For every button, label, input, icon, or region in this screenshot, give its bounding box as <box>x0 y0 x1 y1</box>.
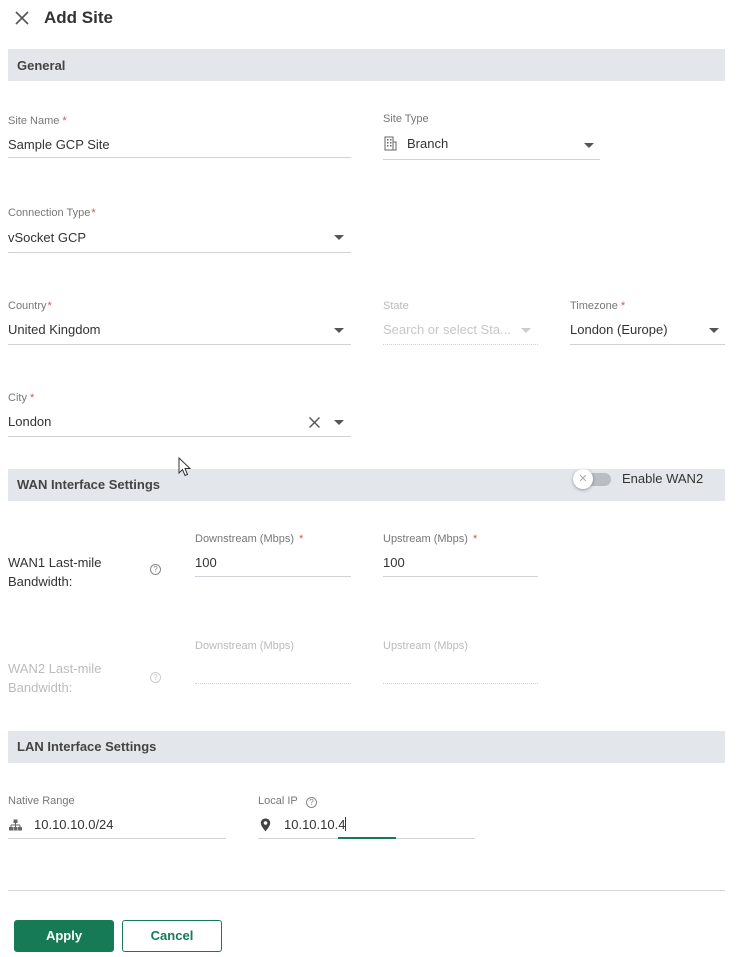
country-select[interactable]: United Kingdom <box>8 322 318 337</box>
country-label: Country* <box>8 300 52 312</box>
connection-type-select[interactable]: vSocket GCP <box>8 230 318 245</box>
connection-type-label: Connection Type* <box>8 207 96 219</box>
footer-divider <box>8 890 725 891</box>
clear-icon[interactable] <box>308 416 321 429</box>
wan1-downstream-underline <box>195 576 351 577</box>
wan1-upstream-label: Upstream (Mbps) * <box>383 533 478 545</box>
site-name-underline <box>8 157 351 158</box>
wan1-downstream-input[interactable]: 100 <box>195 555 351 570</box>
timezone-underline <box>570 344 725 345</box>
section-general-title: General <box>17 58 66 73</box>
site-type-select[interactable]: Branch <box>407 136 577 151</box>
connection-type-chevron-down-icon[interactable] <box>334 235 344 240</box>
toggle-off-icon: ✕ <box>573 469 593 489</box>
wan2-downstream-underline <box>195 683 351 684</box>
wan2-downstream-label: Downstream (Mbps) <box>195 640 295 652</box>
wan2-upstream-input <box>383 662 538 682</box>
timezone-select[interactable]: London (Europe) <box>570 322 700 337</box>
location-pin-icon <box>260 818 271 832</box>
country-chevron-down-icon[interactable] <box>334 328 344 333</box>
wan2-upstream-underline <box>383 683 538 684</box>
section-lan: LAN Interface Settings <box>8 731 725 763</box>
local-ip-help-icon[interactable]: ? <box>306 797 317 808</box>
site-type-label: Site Type <box>383 113 429 125</box>
native-range-underline <box>8 838 226 839</box>
city-chevron-down-icon[interactable] <box>334 420 344 425</box>
city-select[interactable]: London <box>8 414 298 429</box>
wan1-downstream-label: Downstream (Mbps) * <box>195 533 304 545</box>
apply-button[interactable]: Apply <box>14 920 114 952</box>
section-lan-title: LAN Interface Settings <box>17 739 157 754</box>
site-name-label: Site Name * <box>8 115 67 127</box>
network-icon <box>9 819 22 831</box>
city-underline <box>8 436 351 437</box>
building-icon <box>384 136 397 151</box>
local-ip-focus-indicator <box>338 837 396 839</box>
section-wan: WAN Interface Settings <box>8 469 725 501</box>
city-label: City * <box>8 392 35 404</box>
local-ip-input[interactable]: 10.10.10.4 <box>284 817 464 832</box>
state-label: State <box>383 300 409 312</box>
wan1-help-icon[interactable]: ? <box>150 564 161 575</box>
native-range-label: Native Range <box>8 795 75 807</box>
section-wan-title: WAN Interface Settings <box>17 477 161 492</box>
state-select[interactable]: Search or select Sta... <box>383 322 511 337</box>
wan1-bandwidth-label: WAN1 Last-mile Bandwidth: <box>8 555 102 589</box>
section-general: General <box>8 49 725 81</box>
enable-wan2-toggle[interactable]: ✕ <box>573 469 611 489</box>
mouse-cursor-icon <box>178 457 192 477</box>
state-underline <box>383 344 538 345</box>
close-icon[interactable] <box>12 8 32 28</box>
local-ip-label: Local IP <box>258 795 298 807</box>
connection-type-underline <box>8 252 351 253</box>
site-type-underline <box>383 159 600 160</box>
wan1-upstream-input[interactable]: 100 <box>383 555 538 570</box>
timezone-label: Timezone * <box>570 300 626 312</box>
site-type-chevron-down-icon[interactable] <box>584 143 594 148</box>
site-name-input[interactable]: Sample GCP Site <box>8 137 351 157</box>
timezone-chevron-down-icon[interactable] <box>709 328 719 333</box>
wan2-downstream-input <box>195 662 351 682</box>
wan1-upstream-underline <box>383 576 538 577</box>
enable-wan2-label: Enable WAN2 <box>622 471 704 486</box>
country-underline <box>8 344 351 345</box>
cancel-button[interactable]: Cancel <box>122 920 222 952</box>
state-chevron-down-icon[interactable] <box>521 328 531 333</box>
wan2-help-icon: ? <box>150 672 161 683</box>
page-title: Add Site <box>44 8 113 27</box>
wan2-upstream-label: Upstream (Mbps) <box>383 640 468 652</box>
native-range-input[interactable]: 10.10.10.0/24 <box>34 817 214 832</box>
wan2-bandwidth-label: WAN2 Last-mile Bandwidth: <box>8 661 102 695</box>
